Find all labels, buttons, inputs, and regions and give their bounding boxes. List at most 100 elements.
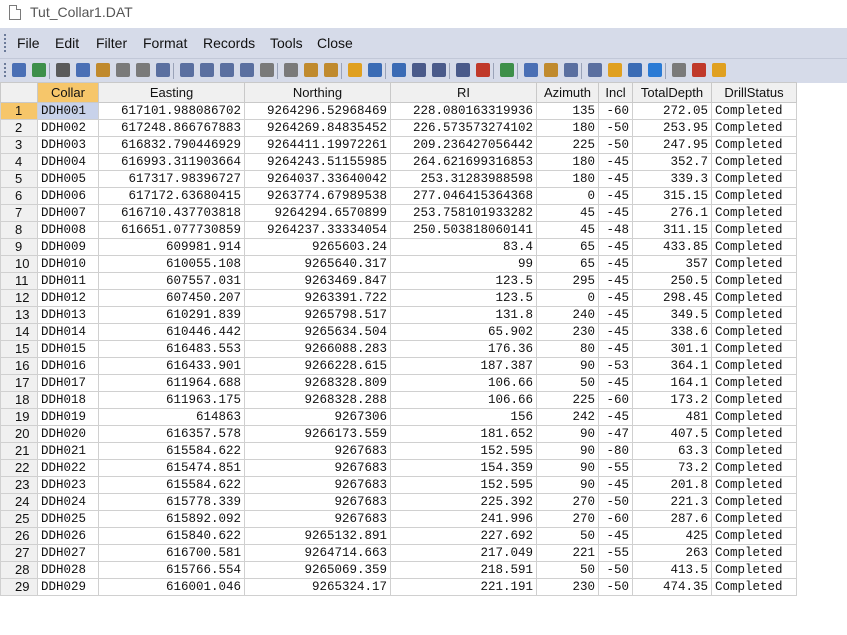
cell-ri[interactable]: 250.503818060141 xyxy=(390,221,537,239)
cell-northing[interactable]: 9264243.51155985 xyxy=(244,153,391,171)
cell-easting[interactable]: 610446.442 xyxy=(98,323,245,341)
cell-ri[interactable]: 227.692 xyxy=(390,527,537,545)
cell-azimuth[interactable]: 90 xyxy=(536,442,599,460)
cell-azimuth[interactable]: 242 xyxy=(536,408,599,426)
cell-azimuth[interactable]: 221 xyxy=(536,544,599,562)
cell-ri[interactable]: 99 xyxy=(390,255,537,273)
cell-totaldepth[interactable]: 298.45 xyxy=(632,289,712,307)
row-header[interactable]: 12 xyxy=(0,289,38,307)
cell-incl[interactable]: -50 xyxy=(598,136,633,154)
cell-northing[interactable]: 9265324.17 xyxy=(244,578,391,596)
cell-ri[interactable]: 218.591 xyxy=(390,561,537,579)
cell-totaldepth[interactable]: 272.05 xyxy=(632,102,712,120)
cell-totaldepth[interactable]: 311.15 xyxy=(632,221,712,239)
cell-totaldepth[interactable]: 263 xyxy=(632,544,712,562)
cell-collar[interactable]: DDH005 xyxy=(37,170,99,188)
cell-totaldepth[interactable]: 247.95 xyxy=(632,136,712,154)
row-header[interactable]: 24 xyxy=(0,493,38,511)
cell-drillstatus[interactable]: Completed xyxy=(711,442,797,460)
cell-incl[interactable]: -45 xyxy=(598,170,633,188)
cell-incl[interactable]: -45 xyxy=(598,153,633,171)
cell-ri[interactable]: 154.359 xyxy=(390,459,537,477)
cell-incl[interactable]: -45 xyxy=(598,204,633,222)
row-header[interactable]: 18 xyxy=(0,391,38,409)
cell-azimuth[interactable]: 0 xyxy=(536,187,599,205)
data-grid[interactable]: Collar Easting Northing RI Azimuth Incl TotalD… xyxy=(0,82,847,635)
redo-icon[interactable] xyxy=(136,63,150,77)
cell-totaldepth[interactable]: 413.5 xyxy=(632,561,712,579)
cell-collar[interactable]: DDH028 xyxy=(37,561,99,579)
row-header[interactable]: 27 xyxy=(0,544,38,562)
column-header-drillstatus[interactable]: DrillStatus xyxy=(711,82,797,103)
row-header[interactable]: 25 xyxy=(0,510,38,528)
cell-incl[interactable]: -45 xyxy=(598,272,633,290)
cell-azimuth[interactable]: 225 xyxy=(536,136,599,154)
copy-icon[interactable] xyxy=(76,63,90,77)
row-header[interactable]: 2 xyxy=(0,119,38,137)
menu-file[interactable]: File xyxy=(17,35,40,51)
chart-icon[interactable] xyxy=(524,63,538,77)
cell-drillstatus[interactable]: Completed xyxy=(711,136,797,154)
cell-ri[interactable]: 228.080163319936 xyxy=(390,102,537,120)
cell-easting[interactable]: 615840.622 xyxy=(98,527,245,545)
cell-drillstatus[interactable]: Completed xyxy=(711,578,797,596)
cell-totaldepth[interactable]: 164.1 xyxy=(632,374,712,392)
cell-collar[interactable]: DDH010 xyxy=(37,255,99,273)
cell-easting[interactable]: 616710.437703818 xyxy=(98,204,245,222)
cell-incl[interactable]: -60 xyxy=(598,102,633,120)
cell-northing[interactable]: 9267683 xyxy=(244,493,391,511)
cell-ri[interactable]: 152.595 xyxy=(390,442,537,460)
cell-ri[interactable]: 65.902 xyxy=(390,323,537,341)
cell-azimuth[interactable]: 295 xyxy=(536,272,599,290)
cell-easting[interactable]: 610291.839 xyxy=(98,306,245,324)
cell-northing[interactable]: 9265640.317 xyxy=(244,255,391,273)
cell-northing[interactable]: 9264037.33640042 xyxy=(244,170,391,188)
menu-filter[interactable]: Filter xyxy=(96,35,127,51)
plugin-icon[interactable] xyxy=(712,63,726,77)
stats-icon[interactable] xyxy=(304,63,318,77)
cell-ri[interactable]: 106.66 xyxy=(390,391,537,409)
cell-drillstatus[interactable]: Completed xyxy=(711,153,797,171)
cell-incl[interactable]: -45 xyxy=(598,340,633,358)
save-icon[interactable] xyxy=(12,63,26,77)
cell-ri[interactable]: 83.4 xyxy=(390,238,537,256)
cell-drillstatus[interactable]: Completed xyxy=(711,544,797,562)
cell-azimuth[interactable]: 0 xyxy=(536,289,599,307)
menu-tools[interactable]: Tools xyxy=(270,35,303,51)
cell-collar[interactable]: DDH007 xyxy=(37,204,99,222)
cell-ri[interactable]: 156 xyxy=(390,408,537,426)
cell-collar[interactable]: DDH024 xyxy=(37,493,99,511)
row-header[interactable]: 21 xyxy=(0,442,38,460)
cell-northing[interactable]: 9266173.559 xyxy=(244,425,391,443)
cell-northing[interactable]: 9268328.288 xyxy=(244,391,391,409)
cell-drillstatus[interactable]: Completed xyxy=(711,289,797,307)
save-as-icon[interactable] xyxy=(32,63,46,77)
bar-chart-icon[interactable] xyxy=(692,63,706,77)
row-header[interactable]: 8 xyxy=(0,221,38,239)
edit-b-icon[interactable] xyxy=(432,63,446,77)
cell-easting[interactable]: 616832.790446929 xyxy=(98,136,245,154)
cell-drillstatus[interactable]: Completed xyxy=(711,408,797,426)
cell-collar[interactable]: DDH001 xyxy=(37,102,99,120)
cell-northing[interactable]: 9267683 xyxy=(244,510,391,528)
cell-drillstatus[interactable]: Completed xyxy=(711,306,797,324)
cell-ri[interactable]: 253.31283988598 xyxy=(390,170,537,188)
row-header[interactable]: 28 xyxy=(0,561,38,579)
cell-drillstatus[interactable]: Completed xyxy=(711,374,797,392)
cell-azimuth[interactable]: 90 xyxy=(536,357,599,375)
cell-azimuth[interactable]: 270 xyxy=(536,493,599,511)
cell-collar[interactable]: DDH002 xyxy=(37,119,99,137)
calc-icon[interactable] xyxy=(672,63,686,77)
cell-collar[interactable]: DDH027 xyxy=(37,544,99,562)
cell-easting[interactable]: 609981.914 xyxy=(98,238,245,256)
cell-totaldepth[interactable]: 349.5 xyxy=(632,306,712,324)
cell-incl[interactable]: -53 xyxy=(598,357,633,375)
sort-c-icon[interactable] xyxy=(588,63,602,77)
cell-incl[interactable]: -55 xyxy=(598,544,633,562)
column-header-incl[interactable]: Incl xyxy=(598,82,633,103)
cell-totaldepth[interactable]: 173.2 xyxy=(632,391,712,409)
cell-collar[interactable]: DDH022 xyxy=(37,459,99,477)
cell-northing[interactable]: 9268328.809 xyxy=(244,374,391,392)
fit-column-icon[interactable] xyxy=(260,63,274,77)
row-header[interactable]: 13 xyxy=(0,306,38,324)
